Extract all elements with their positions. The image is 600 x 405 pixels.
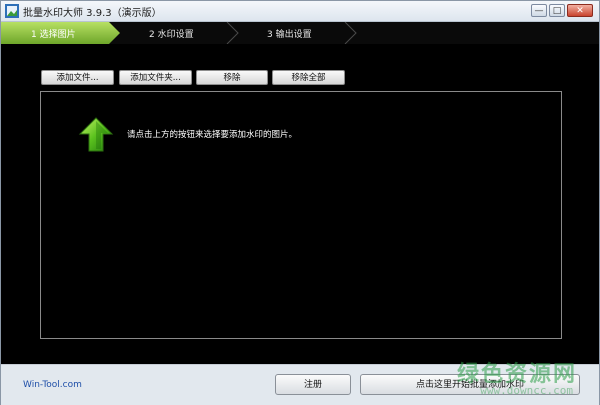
bottom-bar: Win-Tool.com 注册 点击这里开始批量添加水印 [1, 364, 599, 405]
add-file-button[interactable]: 添加文件... [41, 70, 114, 85]
tab-step-3[interactable]: 3 输出设置 [267, 27, 312, 40]
drop-hint-text: 请点击上方的按钮来选择要添加水印的图片。 [127, 130, 298, 140]
image-list-area[interactable]: 请点击上方的按钮来选择要添加水印的图片。 [40, 91, 562, 339]
tab-step-2[interactable]: 2 水印设置 [149, 27, 194, 40]
app-window: 批量水印大师 3.9.3（演示版） — □ ✕ 1 选择图片 2 水印设置 3 … [0, 0, 600, 405]
minimize-button[interactable]: — [531, 4, 547, 17]
maximize-button[interactable]: □ [549, 4, 565, 17]
step-bar: 1 选择图片 2 水印设置 3 输出设置 [1, 22, 599, 44]
website-link[interactable]: Win-Tool.com [23, 380, 82, 390]
window-title: 批量水印大师 3.9.3（演示版） [23, 8, 162, 19]
app-icon [5, 4, 19, 18]
green-up-arrow-icon [78, 117, 114, 152]
step-2-divider [226, 22, 239, 44]
register-button[interactable]: 注册 [275, 374, 351, 395]
remove-all-button[interactable]: 移除全部 [272, 70, 345, 85]
add-folder-button[interactable]: 添加文件夹... [119, 70, 192, 85]
tab-step-1[interactable]: 1 选择图片 [31, 27, 76, 40]
title-bar[interactable]: 批量水印大师 3.9.3（演示版） — □ ✕ [1, 1, 599, 22]
remove-button[interactable]: 移除 [196, 70, 268, 85]
window-controls: — □ ✕ [531, 4, 593, 17]
main-panel: 添加文件... 添加文件夹... 移除 移除全部 请点击上方的按钮来选择要添加水… [1, 44, 599, 364]
step-3-divider [344, 22, 357, 44]
close-button[interactable]: ✕ [567, 4, 593, 17]
start-watermark-button[interactable]: 点击这里开始批量添加水印 [360, 374, 580, 395]
